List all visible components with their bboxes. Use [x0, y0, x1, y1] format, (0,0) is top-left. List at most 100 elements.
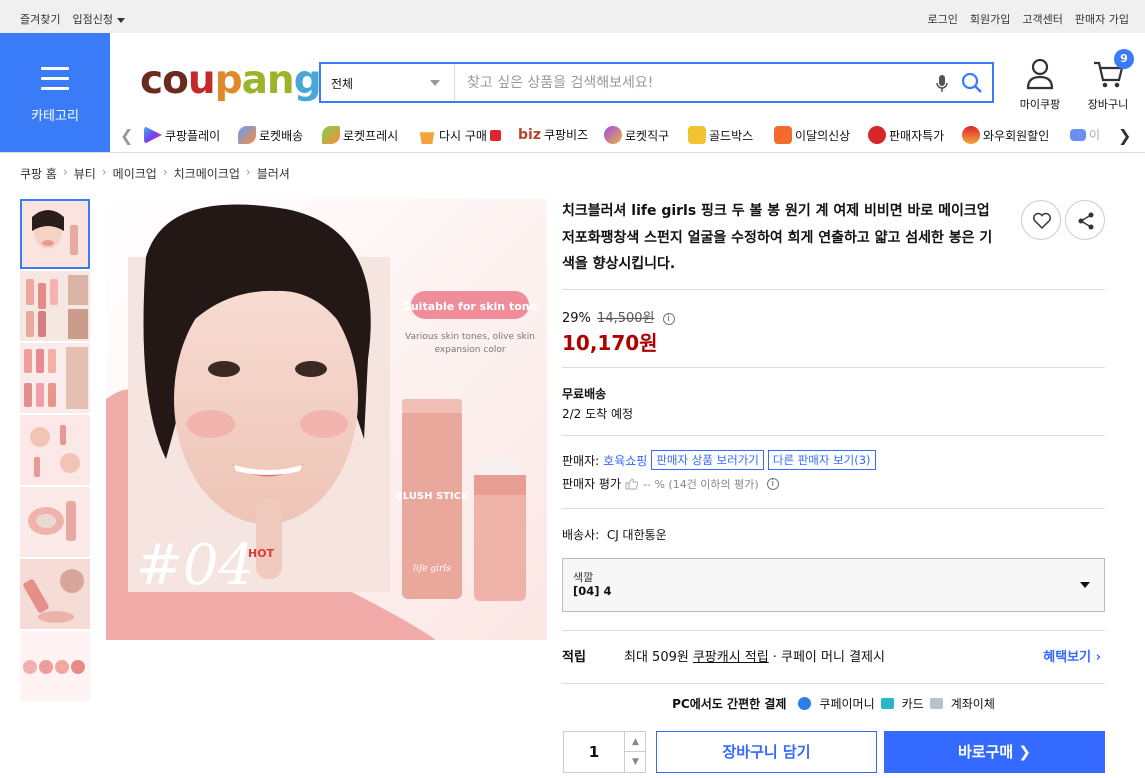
service-wow-discount[interactable]: 와우회원할인: [962, 126, 1049, 144]
logo-part: co: [140, 58, 189, 103]
service-coupang-play[interactable]: 쿠팡플레이: [144, 126, 220, 144]
divider: [562, 683, 1105, 684]
share-button[interactable]: [1065, 200, 1105, 240]
divider: [562, 367, 1105, 368]
original-price: 14,500원: [597, 311, 655, 326]
seller-row: 판매자: 호육쇼핑 판매자 상품 보러가기 다른 판매자 보기(3): [562, 450, 876, 470]
coupon-icon: [1070, 128, 1086, 141]
category-button[interactable]: 카테고리: [0, 33, 110, 152]
service-coupang-biz[interactable]: biz 쿠팡비즈: [518, 126, 588, 143]
signup-link[interactable]: 회원가입: [970, 11, 1010, 27]
service-label: 다시 구매: [439, 128, 487, 143]
logo-part: g: [293, 58, 322, 103]
thumbnail-2[interactable]: [20, 271, 90, 341]
color-option-select[interactable]: 색깔 [04] 4: [562, 558, 1105, 612]
arrival-estimate: 2/2 도착 예정: [562, 407, 634, 421]
rocket-fresh-icon: [322, 126, 340, 144]
seller-rating-value: -- % (14건 이하의 평가): [643, 477, 759, 491]
payment-card: 카드: [901, 697, 924, 711]
divider: [562, 508, 1105, 509]
divider: [562, 289, 1105, 290]
gift-box-icon: [688, 126, 706, 144]
breadcrumb-blusher[interactable]: 블러셔: [257, 165, 290, 182]
buy-now-button[interactable]: 바로구매 ❯: [884, 731, 1105, 773]
image-caption-line: Various skin tones, olive skin: [405, 332, 535, 342]
globe-rocket-icon: [604, 126, 622, 144]
chevron-right-icon: ›: [62, 165, 68, 179]
service-rocket-delivery[interactable]: 로켓배송: [238, 126, 303, 144]
biz-icon: biz: [518, 126, 541, 143]
chevron-left-icon[interactable]: ❮: [120, 126, 133, 145]
option-key: 색깔: [573, 571, 594, 584]
thumbnail-4[interactable]: [20, 415, 90, 485]
service-rocket-fresh[interactable]: 로켓프레시: [322, 126, 398, 144]
seller-apply-menu[interactable]: 입점신청: [72, 11, 125, 27]
payment-options: PC에서도 간편한 결제 쿠페이머니 카드 계좌이체: [562, 695, 1105, 712]
carrier-row: 배송사: CJ 대한통운: [562, 526, 667, 543]
breadcrumb-home[interactable]: 쿠팡 홈: [20, 165, 57, 182]
seller-apply-label: 입점신청: [72, 13, 113, 26]
cart-count-badge: 9: [1114, 49, 1134, 69]
image-badge-text: Suitable for skin tone: [403, 300, 537, 313]
reward-label: 적립: [562, 650, 586, 665]
hot-label: HOT: [248, 547, 275, 560]
benefits-link[interactable]: 혜택보기 ›: [1043, 646, 1101, 665]
wishlist-button[interactable]: [1021, 200, 1061, 240]
thumbnail-3[interactable]: [20, 343, 90, 413]
service-gold-box[interactable]: 골드박스: [688, 126, 753, 144]
search-input[interactable]: [457, 64, 917, 101]
service-seller-deals[interactable]: 판매자특가: [868, 126, 944, 144]
service-rocket-direct[interactable]: 로켓직구: [604, 126, 669, 144]
service-more[interactable]: 이: [1070, 126, 1100, 143]
bookmark-link[interactable]: 즐겨찾기: [20, 11, 60, 27]
other-sellers-button[interactable]: 다른 판매자 보기(3): [767, 450, 876, 470]
service-rebuy[interactable]: 다시 구매: [418, 126, 501, 144]
my-coupang-button[interactable]: 마이쿠팡: [1010, 58, 1070, 112]
cart-label: 장바구니: [1087, 98, 1129, 111]
logo-part: p: [214, 58, 243, 103]
thumbnail-6[interactable]: [20, 559, 90, 629]
coupang-cash-link[interactable]: 쿠팡캐시 적립: [693, 650, 769, 665]
search-icon[interactable]: [961, 72, 983, 98]
quantity-increase-button[interactable]: ▲: [624, 732, 646, 752]
info-icon[interactable]: i: [662, 312, 675, 325]
thumbnail-7[interactable]: [20, 631, 90, 701]
main-product-image[interactable]: Suitable for skin tone Various skin tone…: [106, 199, 547, 640]
buy-now-label: 바로구매: [958, 743, 1014, 761]
seller-products-button[interactable]: 판매자 상품 보러가기: [651, 450, 764, 470]
logo-part: u: [187, 58, 216, 103]
top-utility-bar: 즐겨찾기 입점신청 로그인 회원가입 고객센터 판매자 가입: [0, 0, 1145, 33]
logo-part: an: [241, 58, 295, 103]
reward-condition: · 쿠페이 머니 결제시: [772, 650, 885, 665]
thumbnail-1[interactable]: [20, 199, 90, 269]
breadcrumb-cheek-makeup[interactable]: 치크메이크업: [174, 165, 240, 182]
quantity-value[interactable]: 1: [564, 732, 624, 772]
seller-name-link[interactable]: 호육쇼핑: [603, 452, 647, 469]
breadcrumb-makeup[interactable]: 메이크업: [113, 165, 157, 182]
breadcrumb-beauty[interactable]: 뷰티: [74, 165, 96, 182]
coupang-logo[interactable]: coupang: [140, 58, 322, 104]
info-icon[interactable]: i: [766, 477, 779, 490]
search-category-select[interactable]: 전체: [321, 64, 455, 101]
heart-icon: [1033, 212, 1051, 230]
add-to-cart-button[interactable]: 장바구니 담기: [656, 731, 877, 773]
share-icon: [1078, 212, 1094, 230]
stick-label: BLUSH STICK: [395, 491, 470, 502]
quantity-decrease-button[interactable]: ▼: [624, 752, 646, 772]
seller-label: 판매자:: [562, 453, 600, 468]
coupay-money-icon: [798, 697, 812, 710]
microphone-icon[interactable]: [935, 74, 949, 98]
chevron-down-icon: [116, 17, 125, 23]
customer-center-link[interactable]: 고객센터: [1022, 11, 1062, 27]
login-link[interactable]: 로그인: [928, 11, 958, 27]
thumbnail-list: [20, 199, 90, 703]
search-category-value: 전체: [331, 77, 354, 91]
seller-signup-link[interactable]: 판매자 가입: [1075, 11, 1129, 27]
thumbnail-5[interactable]: [20, 487, 90, 557]
chevron-right-icon[interactable]: ❯: [1118, 126, 1131, 145]
play-icon: [144, 126, 162, 144]
service-label: 로켓직구: [625, 128, 670, 143]
chevron-right-icon: ›: [245, 165, 251, 179]
sale-price: 10,170원: [562, 331, 658, 355]
service-new-arrivals[interactable]: 이달의신상: [774, 126, 850, 144]
